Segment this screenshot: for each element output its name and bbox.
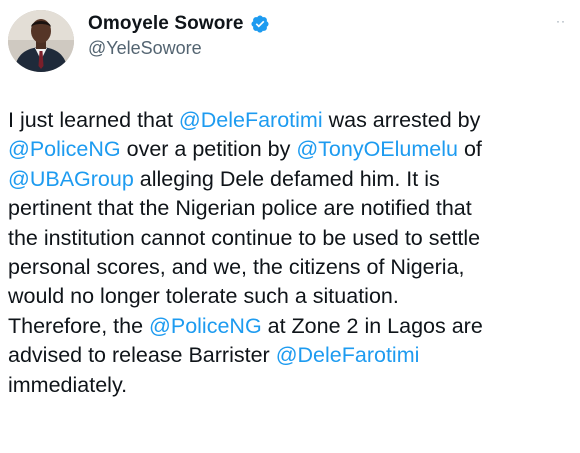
tweet-line: Therefore, the @PoliceNG at Zone 2 in La… (8, 312, 574, 341)
tweet-line: personal scores, and we, the citizens of… (8, 253, 574, 282)
tweet-line: the institution cannot continue to be us… (8, 224, 574, 253)
tweet-line: immediately. (8, 371, 574, 400)
tweet-text-segment: would no longer tolerate such a situatio… (8, 284, 399, 309)
tweet-text-segment: I just learned that (8, 108, 179, 132)
tweet-card: Omoyele Sowore @YeleSowore ·· I just lea… (0, 0, 580, 453)
tweet-line: would no longer tolerate such a situatio… (8, 282, 574, 311)
mention-link[interactable]: @DeleFarotimi (179, 108, 323, 132)
verified-badge-icon (251, 15, 269, 33)
tweet-text-segment: alleging Dele defamed him. It is (133, 166, 440, 191)
avatar[interactable] (8, 10, 74, 72)
tweet-text-segment: of (457, 137, 482, 162)
author-name-row: Omoyele Sowore (88, 12, 270, 36)
more-options-icon[interactable]: ·· (556, 14, 566, 28)
mention-link[interactable]: @PoliceNG (149, 314, 262, 338)
author-handle[interactable]: @YeleSowore (88, 38, 202, 59)
tweet-text-segment: pertinent that the Nigerian police are n… (8, 196, 472, 221)
tweet-text-segment: the institution cannot continue to be us… (8, 225, 481, 250)
tweet-line: advised to release Barrister @DeleFaroti… (8, 341, 574, 370)
tweet-text: I just learned that @DeleFarotimi was ar… (8, 106, 574, 400)
tweet-text-segment: was arrested by (322, 108, 481, 132)
mention-link[interactable]: @PoliceNG (8, 137, 121, 161)
tweet-line: pertinent that the Nigerian police are n… (8, 194, 574, 223)
tweet-line: @UBAGroup alleging Dele defamed him. It … (8, 165, 574, 194)
author-display-name[interactable]: Omoyele Sowore (88, 13, 244, 35)
mention-link[interactable]: @TonyOElumelu (296, 137, 458, 161)
mention-link[interactable]: @DeleFarotimi (276, 343, 420, 367)
tweet-line: I just learned that @DeleFarotimi was ar… (8, 106, 574, 135)
mention-link[interactable]: @UBAGroup (8, 167, 134, 191)
tweet-text-segment: Therefore, the (8, 313, 150, 338)
tweet-text-segment: personal scores, and we, the citizens of… (8, 255, 465, 280)
tweet-line: @PoliceNG over a petition by @TonyOElume… (8, 135, 574, 164)
tweet-text-segment: at Zone 2 in Lagos are (261, 313, 483, 338)
tweet-text-segment: immediately. (8, 372, 128, 397)
profile-photo (8, 10, 74, 72)
tweet-text-segment: advised to release Barrister (8, 343, 276, 368)
tweet-text-segment: over a petition by (120, 137, 297, 162)
